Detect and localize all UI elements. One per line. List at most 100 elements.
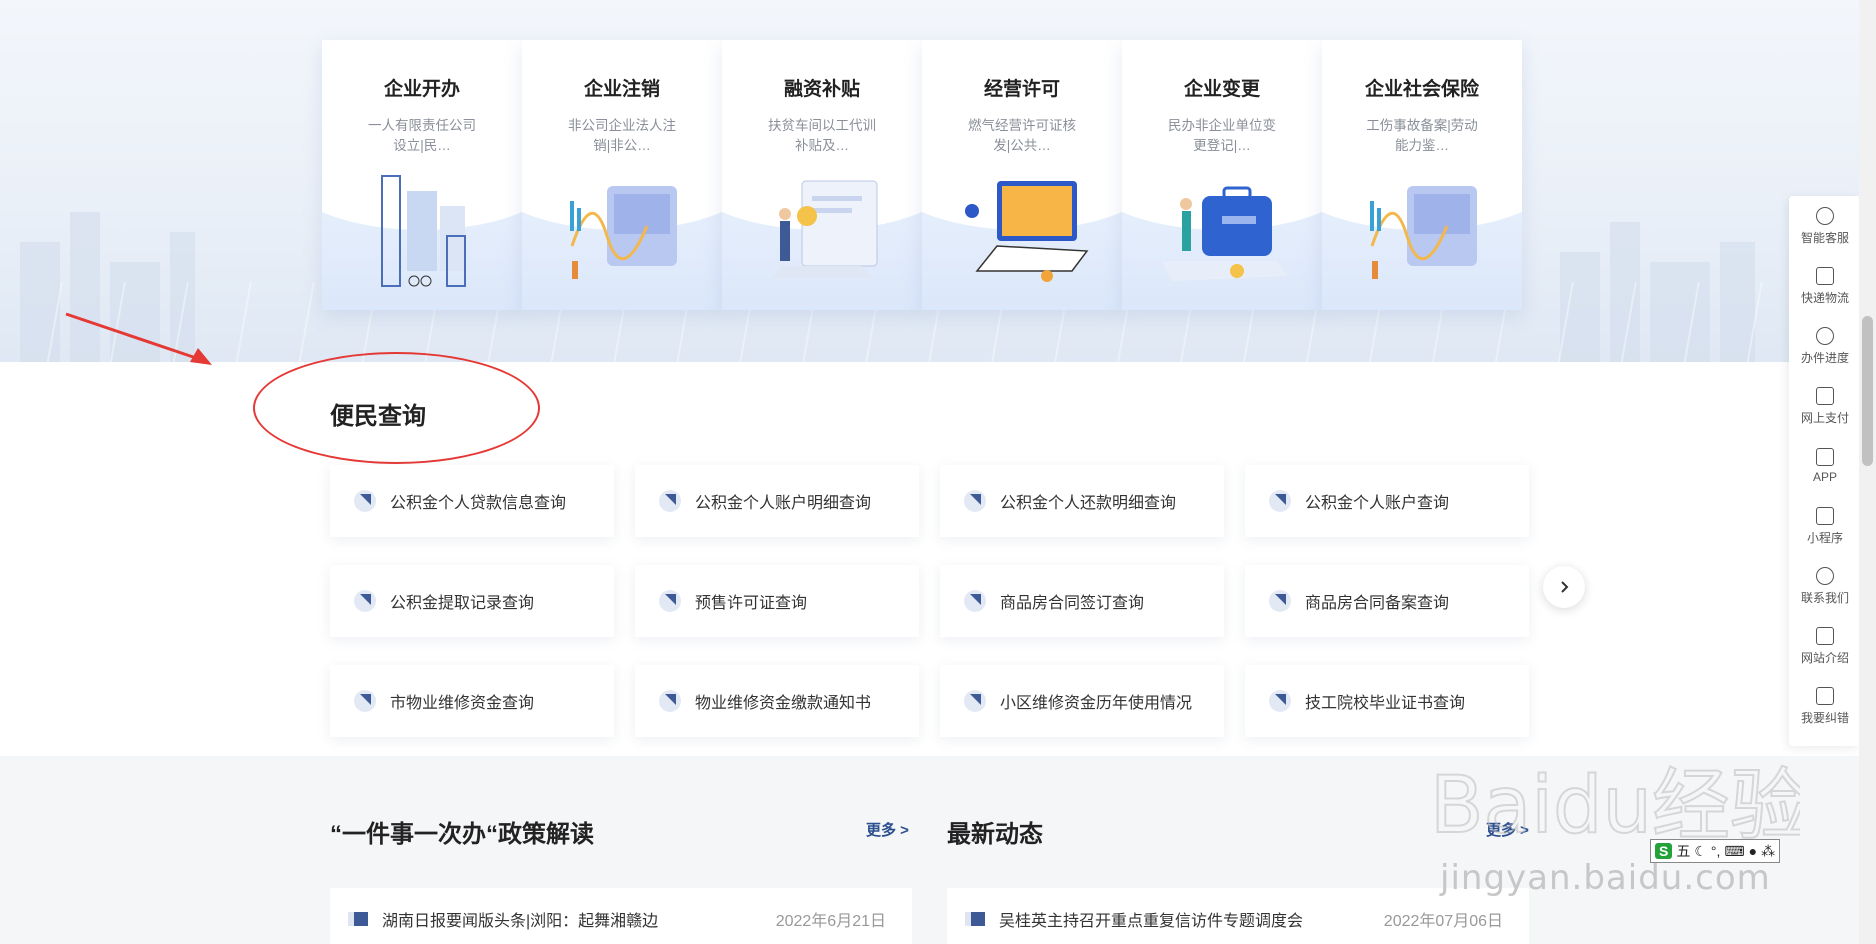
moon-icon: ☾ [1694, 842, 1707, 859]
app-icon [1816, 448, 1834, 466]
news-date: 2022年07月06日 [1383, 913, 1503, 930]
sidebar-label: 网上支付 [1800, 410, 1849, 425]
query-label: 小区维修资金历年使用情况 [1000, 695, 1193, 712]
policy-news-row[interactable]: 湖南日报要闻版头条|浏阳：起舞湘赣边 2022年6月21日 [330, 888, 912, 944]
user-icon: ● [1748, 843, 1758, 859]
service-cards: 企业开办 一人有限责任公司设立|民… 企业注销 非公司企业法人注销|非公… 融资… [322, 40, 1522, 310]
laptop-analytics-illustration [965, 181, 1089, 282]
sidebar-item-miniprogram[interactable]: 小程序 [1789, 496, 1861, 556]
query-label: 商品房合同签订查询 [1000, 595, 1145, 612]
annotation-arrow [65, 312, 212, 365]
sidebar-item-report-error[interactable]: 我要纠错 [1789, 676, 1861, 736]
card-title: 企业开办 [383, 79, 460, 100]
query-label: 商品房合同备案查询 [1305, 595, 1450, 612]
chart-laptop-illustration [1370, 186, 1477, 279]
card-desc: 一人有限责任公司设立|民… [368, 118, 476, 153]
news-title: 吴桂英主持召开重点重复信访件专题调度会 [999, 913, 1304, 930]
query-icon [659, 490, 681, 512]
card-title: 经营许可 [983, 79, 1060, 100]
chart-laptop-illustration [570, 186, 677, 279]
service-card-social-insurance[interactable]: 企业社会保险 工伤事故备案|劳动能力鉴… [1322, 40, 1522, 310]
clipboard-icon [1816, 686, 1834, 705]
query-item[interactable]: 商品房合同签订查询 [940, 565, 1224, 637]
card-desc: 民办非企业单位变更登记|… [1168, 118, 1276, 153]
news-title: 湖南日报要闻版头条|浏阳：起舞湘赣边 [382, 913, 659, 930]
sidebar-item-logistics[interactable]: 快递物流 [1789, 256, 1861, 316]
service-card-enterprise-change[interactable]: 企业变更 民办非企业单位变更登记|… [1122, 40, 1322, 310]
card-desc: 非公司企业法人注销|非公… [568, 118, 676, 153]
query-label: 市物业维修资金查询 [390, 695, 535, 712]
ime-logo: S [1655, 843, 1673, 859]
query-item[interactable]: 公积金个人还款明细查询 [940, 465, 1224, 537]
latest-more-link[interactable]: 更多 > [1486, 819, 1529, 840]
next-page-button[interactable] [1543, 566, 1585, 608]
sidebar-item-about[interactable]: 网站介绍 [1789, 616, 1861, 676]
query-item[interactable]: 技工院校毕业证书查询 [1245, 665, 1529, 737]
query-label: 公积金提取记录查询 [390, 595, 535, 612]
watermark-url: jingyan.baidu.com [1440, 858, 1771, 898]
news-bullet-icon [965, 912, 985, 926]
service-card-financing-subsidy[interactable]: 融资补贴 扶贫车间以工代训补贴及… [722, 40, 922, 310]
card-title: 企业变更 [1183, 79, 1260, 100]
page-scrollbar[interactable] [1859, 0, 1876, 944]
miniprogram-icon [1816, 506, 1834, 525]
page: 企业开办 一人有限责任公司设立|民… 企业注销 非公司企业法人注销|非公… 融资… [0, 0, 1876, 944]
ime-mode: 五 [1676, 843, 1691, 859]
sidebar-label: 网站介绍 [1800, 650, 1849, 665]
service-card-business-license[interactable]: 经营许可 燃气经营许可证核发|公共… [922, 40, 1122, 310]
sidebar-item-progress[interactable]: 办件进度 [1789, 316, 1861, 376]
keyboard-icon: ⌨ [1724, 842, 1745, 859]
query-item[interactable]: 公积金个人账户明细查询 [635, 465, 919, 537]
headset-icon [1816, 206, 1834, 225]
query-item[interactable]: 小区维修资金历年使用情况 [940, 665, 1224, 737]
query-icon [964, 490, 986, 512]
ime-toolbar[interactable]: S 五 ☾ °, ⌨ ● ⁂ [1650, 839, 1781, 863]
policy-section-title: “一件事一次办“政策解读 [330, 821, 594, 848]
query-item[interactable]: 公积金个人账户查询 [1245, 465, 1529, 537]
grid-icon: ⁂ [1761, 842, 1776, 859]
query-label: 公积金个人账户查询 [1305, 495, 1450, 512]
section-title-convenience-query: 便民查询 [330, 403, 426, 430]
laptop-idea-illustration [772, 180, 878, 278]
query-item[interactable]: 商品房合同备案查询 [1245, 565, 1529, 637]
latest-section-title: 最新动态 [947, 821, 1043, 848]
query-item[interactable]: 物业维修资金缴款通知书 [635, 665, 919, 737]
query-item[interactable]: 公积金个人贷款信息查询 [330, 465, 614, 537]
scrollbar-thumb[interactable] [1862, 316, 1873, 466]
card-title: 企业社会保险 [1364, 79, 1479, 100]
query-grid: 公积金个人贷款信息查询 公积金个人账户明细查询 公积金个人还款明细查询 公积金个… [330, 465, 1529, 737]
card-desc: 工伤事故备案|劳动能力鉴… [1366, 118, 1478, 153]
card-title: 企业注销 [583, 79, 660, 100]
query-label: 物业维修资金缴款通知书 [695, 695, 872, 712]
document-icon [1816, 626, 1834, 645]
query-icon [354, 690, 376, 712]
sidebar-label: 智能客服 [1800, 230, 1849, 245]
service-card-enterprise-startup[interactable]: 企业开办 一人有限责任公司设立|民… [322, 40, 522, 310]
service-card-enterprise-cancellation[interactable]: 企业注销 非公司企业法人注销|非公… [522, 40, 722, 310]
floating-toolbar: 智能客服 快递物流 办件进度 网上支付 APP 小程序 联系我们 网站介绍 我要… [1789, 196, 1861, 746]
sidebar-item-smart-service[interactable]: 智能客服 [1789, 196, 1861, 256]
sidebar-label: 办件进度 [1800, 350, 1849, 365]
query-label: 预售许可证查询 [695, 595, 808, 612]
sidebar-label: 联系我们 [1800, 590, 1849, 605]
query-item[interactable]: 预售许可证查询 [635, 565, 919, 637]
query-item[interactable]: 市物业维修资金查询 [330, 665, 614, 737]
card-desc: 扶贫车间以工代训补贴及… [768, 118, 876, 153]
query-icon [659, 590, 681, 612]
sidebar-item-payment[interactable]: 网上支付 [1789, 376, 1861, 436]
sidebar-label: 快递物流 [1800, 290, 1849, 305]
truck-icon [1816, 266, 1834, 285]
news-bullet-icon [348, 912, 368, 926]
query-icon [964, 590, 986, 612]
news-section [0, 756, 1876, 944]
sidebar-item-contact[interactable]: 联系我们 [1789, 556, 1861, 616]
query-icon [1269, 490, 1291, 512]
sidebar-item-app[interactable]: APP [1789, 436, 1861, 496]
policy-more-link[interactable]: 更多 > [866, 819, 909, 840]
briefcase-illustration [1162, 186, 1287, 281]
query-item[interactable]: 公积金提取记录查询 [330, 565, 614, 637]
query-label: 公积金个人贷款信息查询 [390, 495, 567, 512]
punctuation-icon: °, [1710, 843, 1721, 859]
card-title: 融资补贴 [783, 79, 860, 100]
sidebar-label: 我要纠错 [1800, 710, 1849, 725]
